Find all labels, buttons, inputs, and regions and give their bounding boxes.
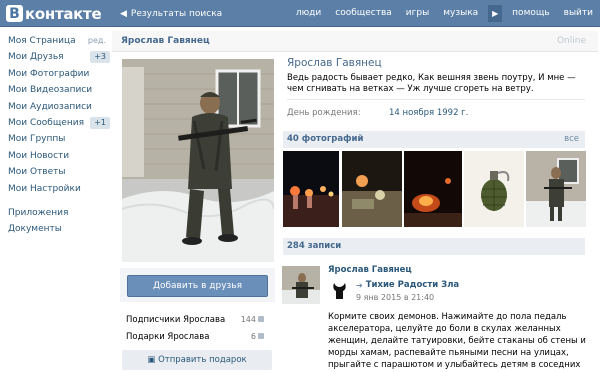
group-name-label: Тихие Радости Зла: [365, 280, 460, 290]
send-gift-button[interactable]: ▣ Отправить подарок: [122, 350, 272, 370]
menu-my-photos[interactable]: Мои Фотографии: [0, 66, 114, 82]
menu-item-label: Мои Фотографии: [8, 68, 90, 79]
photo-strip: [283, 151, 586, 227]
menu-item-label: Мои Настройки: [8, 183, 81, 194]
profile-photo[interactable]: [122, 59, 274, 262]
wall-author-name[interactable]: Ярослав Гавянец: [328, 265, 412, 275]
wall-count-title[interactable]: 284 записи: [287, 241, 341, 251]
menu-item-label: Мои Новости: [8, 150, 70, 161]
top-header: В контакте ◀ Результаты поиска люди сооб…: [0, 0, 600, 27]
photos-count-title[interactable]: 40 фотографий: [287, 134, 363, 144]
wall-author-avatar[interactable]: [282, 266, 320, 304]
menu-item-label: Мои Ответы: [8, 167, 66, 178]
nav-music[interactable]: музыка: [436, 0, 485, 27]
nav-games[interactable]: игры: [399, 0, 436, 27]
play-icon[interactable]: ▶: [488, 5, 503, 22]
menu-item-label: Мои Видеозаписи: [8, 85, 93, 96]
profile-status[interactable]: Ведь радость бывает редко, Как вешняя зв…: [287, 73, 587, 95]
menu-my-answers[interactable]: Мои Ответы: [0, 164, 114, 180]
menu-my-page[interactable]: Моя Страница ред.: [0, 33, 114, 49]
logo-text: контакте: [25, 4, 102, 23]
messages-count-badge: +1: [90, 116, 110, 129]
photo-thumb[interactable]: [404, 151, 462, 227]
left-menu: Моя Страница ред. Мои Друзья +3 Мои Фото…: [0, 33, 114, 238]
group-logo-image: [331, 281, 348, 302]
friends-count-badge: +3: [90, 51, 110, 64]
top-nav: люди сообщества игры музыка ▶ помощь вый…: [289, 0, 600, 27]
logo-mark: В: [6, 5, 23, 22]
menu-documents[interactable]: Документы: [0, 221, 114, 237]
gifts-link[interactable]: Подарки Ярослава 6: [126, 332, 264, 342]
gifts-count: 6: [251, 332, 264, 341]
menu-my-friends[interactable]: Мои Друзья +3: [0, 49, 114, 65]
photo-fire-image: [404, 151, 462, 227]
profile-photo-image: [122, 59, 274, 262]
wall-avatar-image: [282, 266, 320, 304]
post-date[interactable]: 9 янв 2015 в 21:40: [356, 293, 434, 302]
menu-item-label: Мои Сообщения: [8, 117, 84, 128]
nav-communities[interactable]: сообщества: [328, 0, 399, 27]
birthday-label: День рождения:: [287, 108, 361, 118]
birthday-value[interactable]: 14 ноября 1992 г.: [389, 108, 468, 118]
gifts-label: Подарки Ярослава: [126, 332, 210, 342]
chevron-left-icon: ◀: [120, 9, 127, 19]
photo-soldier-image: [526, 151, 586, 227]
group-link[interactable]: ➜ Тихие Радости Зла: [356, 280, 459, 290]
photo-thumb[interactable]: [283, 151, 339, 227]
menu-item-label: Приложения: [8, 207, 69, 218]
menu-item-label: Документы: [8, 224, 62, 235]
profile-title-bar: Ярослав Гавянец Online: [112, 31, 598, 52]
people-icon: [258, 316, 264, 322]
nav-people[interactable]: люди: [289, 0, 328, 27]
menu-my-news[interactable]: Мои Новости: [0, 148, 114, 164]
repost-icon: ➜: [356, 280, 363, 290]
menu-my-settings[interactable]: Мои Настройки: [0, 181, 114, 197]
add-friend-button[interactable]: Добавить в друзья: [127, 275, 268, 297]
photos-all-link[interactable]: все: [564, 134, 579, 144]
profile-name: Ярослав Гавянец: [287, 57, 382, 69]
menu-item-label: Мои Друзья: [8, 52, 64, 63]
post-text: Кормите своих демонов. Нажимайте до пола…: [328, 312, 586, 370]
online-status: Online: [556, 36, 586, 46]
photo-thumb[interactable]: [526, 151, 586, 227]
menu-separator: [0, 197, 114, 205]
photo-table-image: [342, 151, 402, 227]
subscribers-label: Подписчики Ярослава: [126, 315, 226, 325]
menu-item-label: Мои Аудиозаписи: [8, 101, 92, 112]
photo-thumb[interactable]: [464, 151, 524, 227]
subscribers-link[interactable]: Подписчики Ярослава 144: [126, 315, 264, 325]
wall-header[interactable]: 284 записи: [283, 238, 585, 255]
send-gift-label: Отправить подарок: [158, 355, 247, 365]
menu-item-label: Мои Группы: [8, 134, 66, 145]
menu-my-videos[interactable]: Мои Видеозаписи: [0, 82, 114, 98]
nav-logout[interactable]: выйти: [557, 0, 600, 27]
menu-my-groups[interactable]: Мои Группы: [0, 131, 114, 147]
subscribers-count: 144: [241, 315, 264, 324]
menu-my-audio[interactable]: Мои Аудиозаписи: [0, 99, 114, 115]
info-divider: [287, 99, 585, 100]
photo-candles-image: [283, 151, 339, 227]
vk-logo[interactable]: В контакте: [6, 4, 102, 23]
menu-apps[interactable]: Приложения: [0, 205, 114, 221]
nav-help[interactable]: помощь: [505, 0, 556, 27]
edit-link[interactable]: ред.: [88, 33, 106, 49]
photo-thumb[interactable]: [342, 151, 402, 227]
group-avatar[interactable]: [331, 281, 348, 302]
photos-header[interactable]: 40 фотографий все: [283, 131, 585, 148]
back-link-label: Результаты поиска: [130, 9, 223, 19]
profile-bar-name: Ярослав Гавянец: [121, 36, 210, 46]
photo-grenade-image: [464, 151, 524, 227]
menu-my-messages[interactable]: Мои Сообщения +1: [0, 115, 114, 131]
gift-small-icon: [258, 333, 264, 339]
back-to-search-link[interactable]: ◀ Результаты поиска: [120, 9, 222, 19]
gift-icon: ▣: [147, 355, 156, 365]
menu-item-label: Моя Страница: [8, 36, 76, 46]
